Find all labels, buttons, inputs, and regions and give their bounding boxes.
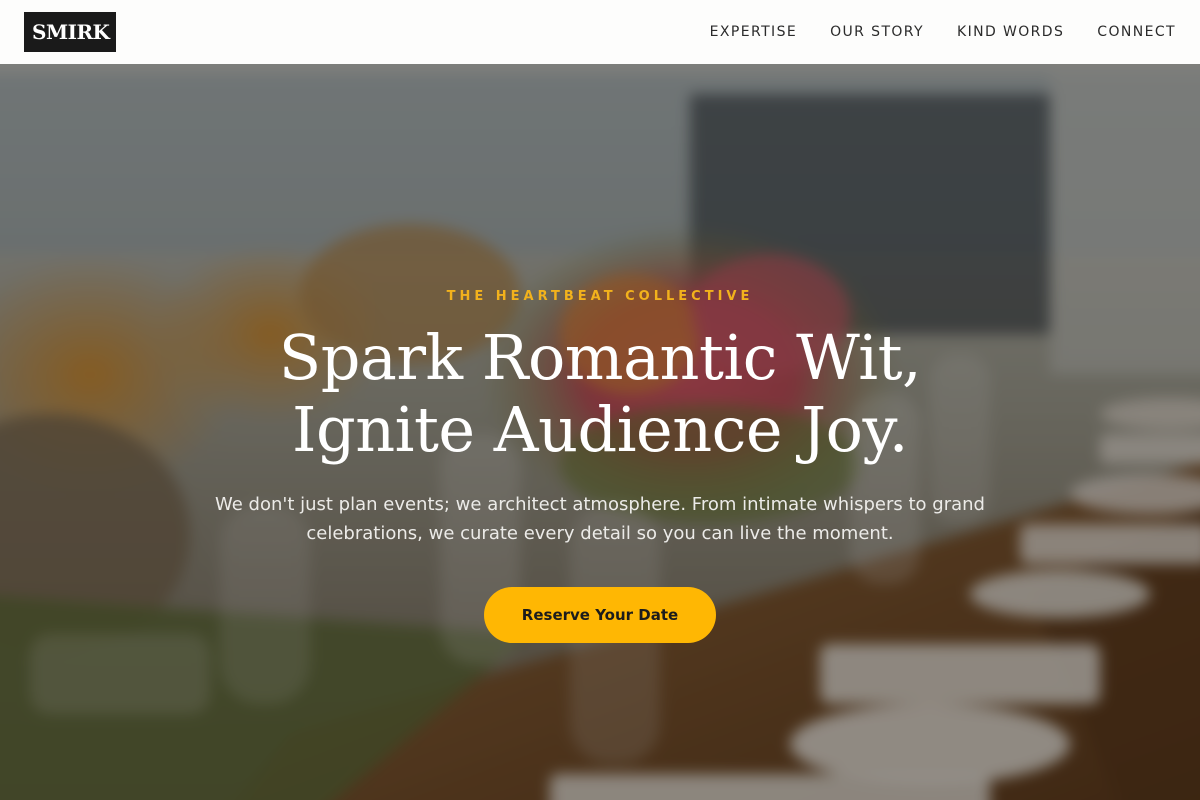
main-nav: EXPERTISE OUR STORY KIND WORDS CONNECT <box>710 24 1176 40</box>
reserve-date-button[interactable]: Reserve Your Date <box>484 587 716 643</box>
site-header: SMIRK EXPERTISE OUR STORY KIND WORDS CON… <box>0 0 1200 64</box>
hero-eyebrow: THE HEARTBEAT COLLECTIVE <box>446 289 754 304</box>
hero-headline-line-2: Ignite Audience Joy. <box>292 393 908 466</box>
nav-link-expertise[interactable]: EXPERTISE <box>710 24 797 40</box>
nav-link-our-story[interactable]: OUR STORY <box>830 24 924 40</box>
logo-text: SMIRK <box>32 20 110 44</box>
site-logo[interactable]: SMIRK <box>24 12 117 52</box>
hero-headline-line-1: Spark Romantic Wit, <box>278 321 922 394</box>
hero-section: THE HEARTBEAT COLLECTIVE Spark Romantic … <box>0 64 1200 800</box>
nav-link-connect[interactable]: CONNECT <box>1097 24 1176 40</box>
hero-lede: We don't just plan events; we architect … <box>214 494 985 544</box>
nav-link-kind-words[interactable]: KIND WORDS <box>957 24 1064 40</box>
hero-headline: Spark Romantic Wit, Ignite Audience Joy. <box>0 322 1200 466</box>
